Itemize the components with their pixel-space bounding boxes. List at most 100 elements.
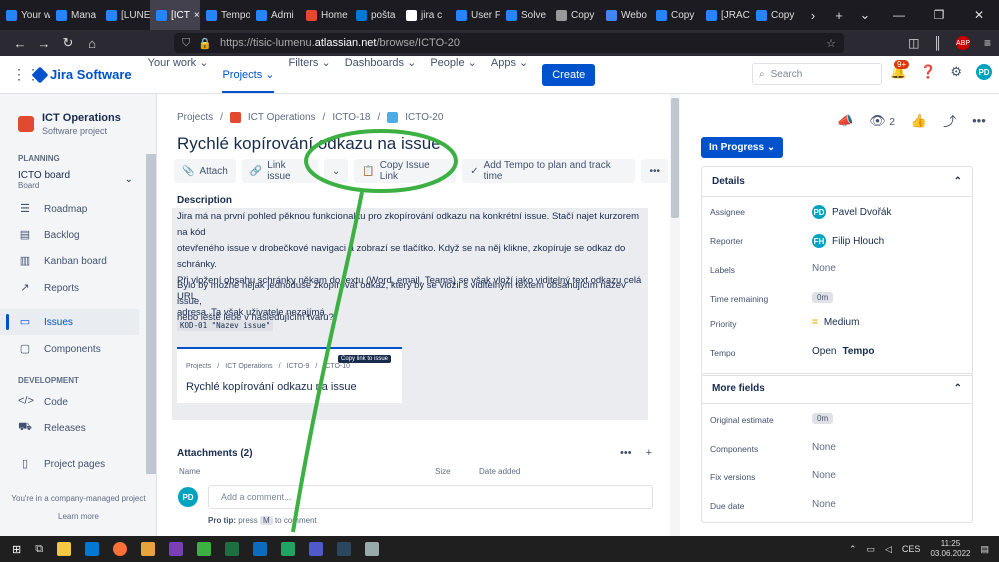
column-date[interactable]: Date added: [479, 467, 520, 476]
windows-start-icon[interactable]: ⊞: [12, 543, 21, 556]
sidebar-item-components[interactable]: ▢ Components: [0, 336, 139, 362]
network-icon[interactable]: ▭: [866, 544, 875, 555]
browser-tab[interactable]: [ICT ×: [150, 0, 200, 30]
steam-icon[interactable]: [337, 542, 352, 556]
browser-tab[interactable]: Admi: [250, 0, 300, 30]
language-indicator[interactable]: CES: [902, 544, 921, 554]
browser-tab[interactable]: jira c: [400, 0, 450, 30]
notepad-icon[interactable]: [253, 542, 268, 556]
media-player-icon[interactable]: [141, 542, 156, 556]
original-estimate-field[interactable]: 0m: [812, 413, 834, 424]
more-actions-dropdown[interactable]: ⌄: [323, 159, 349, 183]
details-header[interactable]: Details ⌃: [702, 167, 972, 197]
browser-tab[interactable]: Mana: [50, 0, 100, 30]
minimize-icon[interactable]: —: [879, 8, 919, 22]
sidebar-scrollbar[interactable]: [146, 154, 156, 474]
adblock-icon[interactable]: ABP: [955, 36, 970, 50]
browser-tab[interactable]: Copy: [750, 0, 800, 30]
library-icon[interactable]: ║: [933, 36, 942, 50]
more-fields-header[interactable]: More fields ⌃: [702, 374, 972, 404]
browser-tab[interactable]: User F: [450, 0, 500, 30]
sidebar-item-reports[interactable]: ↗ Reports: [0, 275, 139, 301]
comment-input[interactable]: Add a comment...: [208, 485, 653, 509]
scroll-thumb[interactable]: [671, 98, 679, 218]
tray-chevron-icon[interactable]: ⌃: [849, 544, 857, 555]
notification-center-icon[interactable]: ▤: [980, 544, 989, 555]
user-avatar[interactable]: PD: [976, 64, 993, 80]
tempo-field[interactable]: Open Tempo: [812, 346, 875, 357]
megaphone-icon[interactable]: 📣: [837, 113, 853, 129]
top-nav-dashboards[interactable]: Dashboards ⌄: [345, 56, 417, 93]
top-nav-apps[interactable]: Apps ⌄: [491, 56, 528, 93]
share-icon[interactable]: ⤴: [943, 111, 956, 130]
crumb-parent-issue[interactable]: ICTO-18: [332, 112, 370, 123]
browser-tab[interactable]: Solve: [500, 0, 550, 30]
browser-tab[interactable]: Webo: [600, 0, 650, 30]
top-nav-people[interactable]: People ⌄: [430, 56, 477, 93]
close-tab-icon[interactable]: ×: [194, 10, 200, 21]
attach-button[interactable]: 📎 Attach: [174, 159, 236, 183]
crumb-projects[interactable]: Projects: [177, 112, 213, 123]
sidebar-item-backlog[interactable]: ▤ Backlog: [0, 222, 139, 248]
labels-value[interactable]: None: [812, 263, 836, 274]
browser-tab[interactable]: Tempo: [200, 0, 250, 30]
reload-icon[interactable]: ↻: [56, 35, 80, 51]
tab-list-icon[interactable]: ⌄: [852, 7, 878, 23]
excel-icon[interactable]: [281, 542, 296, 556]
browser-tab[interactable]: [LUNE: [100, 0, 150, 30]
close-window-icon[interactable]: ✕: [959, 8, 999, 22]
search-input[interactable]: ⌕ Search: [752, 63, 882, 85]
link-issue-button[interactable]: 🔗 Link issue: [241, 159, 318, 183]
address-bar[interactable]: ⛉ 🔒 https://tisic-lumenu.atlassian.net/b…: [174, 33, 844, 53]
bookmark-star-icon[interactable]: ☆: [826, 37, 836, 50]
fix-versions-value[interactable]: None: [812, 470, 836, 481]
sidebar-item-project-pages[interactable]: ▯ Project pages: [0, 451, 139, 477]
learn-more-link[interactable]: Learn more: [0, 508, 157, 526]
sidebar-item-releases[interactable]: ⛟ Releases: [0, 415, 139, 441]
app-icon[interactable]: [197, 542, 212, 556]
like-icon[interactable]: 👍: [911, 113, 927, 129]
sidebar-item-issues[interactable]: ▭ Issues: [0, 309, 139, 335]
browser-tab[interactable]: Home: [300, 0, 350, 30]
crumb-project[interactable]: ICT Operations: [248, 112, 316, 123]
firefox-icon[interactable]: [113, 542, 128, 556]
sidebar-item-kanban-board[interactable]: ▥ Kanban board: [0, 248, 139, 274]
assignee-field[interactable]: PD Pavel Dvořák: [812, 205, 891, 219]
due-date-value[interactable]: None: [812, 499, 836, 510]
menu-icon[interactable]: ≡: [984, 36, 991, 50]
browser-tab[interactable]: Copy: [650, 0, 700, 30]
restore-icon[interactable]: ❐: [919, 8, 959, 22]
browser-tab[interactable]: [JRAC: [700, 0, 750, 30]
help-icon[interactable]: ❓: [920, 64, 936, 80]
main-scrollbar[interactable]: [670, 94, 680, 536]
teams-icon[interactable]: [309, 542, 324, 556]
back-icon[interactable]: ←: [8, 36, 32, 51]
column-name[interactable]: Name: [179, 467, 200, 476]
home-icon[interactable]: ⌂: [80, 36, 104, 51]
tempo-button[interactable]: ✓ Add Tempo to plan and track time: [462, 159, 636, 183]
issue-title[interactable]: Rychlé kopírování odkazu na issue: [177, 134, 441, 154]
ellipsis-icon[interactable]: •••: [972, 113, 986, 128]
add-attachment-icon[interactable]: +: [646, 447, 652, 459]
task-view-icon[interactable]: ⧉: [35, 543, 43, 556]
outlook-icon[interactable]: [85, 542, 100, 556]
clock[interactable]: 11:25 03.06.2022: [930, 539, 970, 559]
project-header[interactable]: ICT Operations Software project: [0, 94, 156, 136]
sidebar-item-roadmap[interactable]: ☰ Roadmap: [0, 196, 139, 222]
pocket-icon[interactable]: ◫: [908, 36, 919, 50]
more-options-button[interactable]: •••: [641, 159, 668, 183]
sidebar-item-code[interactable]: </> Code: [0, 389, 139, 415]
visual-studio-icon[interactable]: [169, 542, 184, 556]
watchers-button[interactable]: 👁 2: [869, 113, 895, 129]
components-value[interactable]: None: [812, 442, 836, 453]
priority-field[interactable]: = Medium: [812, 317, 859, 328]
column-size[interactable]: Size: [435, 467, 451, 476]
top-nav-filters[interactable]: Filters ⌄: [288, 56, 330, 93]
reporter-field[interactable]: FH Filip Hlouch: [812, 234, 884, 248]
time-remaining-field[interactable]: 0m: [812, 292, 834, 303]
new-tab-icon[interactable]: +: [826, 8, 852, 23]
browser-tab[interactable]: Your w: [0, 0, 50, 30]
calculator-icon[interactable]: [225, 542, 240, 556]
tab-scroll-icon[interactable]: ›: [800, 8, 826, 23]
top-nav-your-work[interactable]: Your work ⌄: [148, 56, 209, 93]
